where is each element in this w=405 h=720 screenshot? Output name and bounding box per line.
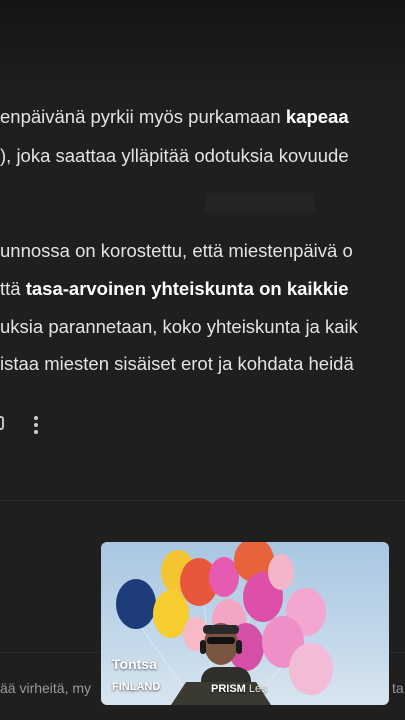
article-line-3: unnossa on korostettu, että miestenpäivä… [0,240,353,261]
response-toolbar [0,410,60,440]
article-line-2: ), joka saattaa ylläpitää odotuksia kovu… [0,145,349,166]
streamer-country: FINLAND [112,681,161,693]
article-line-6: istaa miesten sisäiset erot ja kohdata h… [0,353,354,374]
divider [0,500,405,501]
brand-label: PRISM Les [211,683,267,695]
faded-overlay [205,193,315,213]
article-line-5: uksia parannetaan, koko yhteiskunta ja k… [0,316,358,337]
top-shade [0,0,405,100]
more-options-icon[interactable] [33,416,39,434]
article-line-4: ttä tasa-arvoinen yhteiskunta on kaikkie [0,278,349,299]
disclaimer-text: ää virheitä, my [0,680,92,696]
copy-icon[interactable] [0,416,4,430]
streamer-name: Tontsa [112,656,157,672]
video-overlay[interactable]: Tontsa FINLAND PRISM Les [101,542,389,705]
article-line-1: enpäivänä pyrkii myös purkamaan kapeaa [0,106,349,127]
disclaimer-text-end: ta [392,680,404,696]
